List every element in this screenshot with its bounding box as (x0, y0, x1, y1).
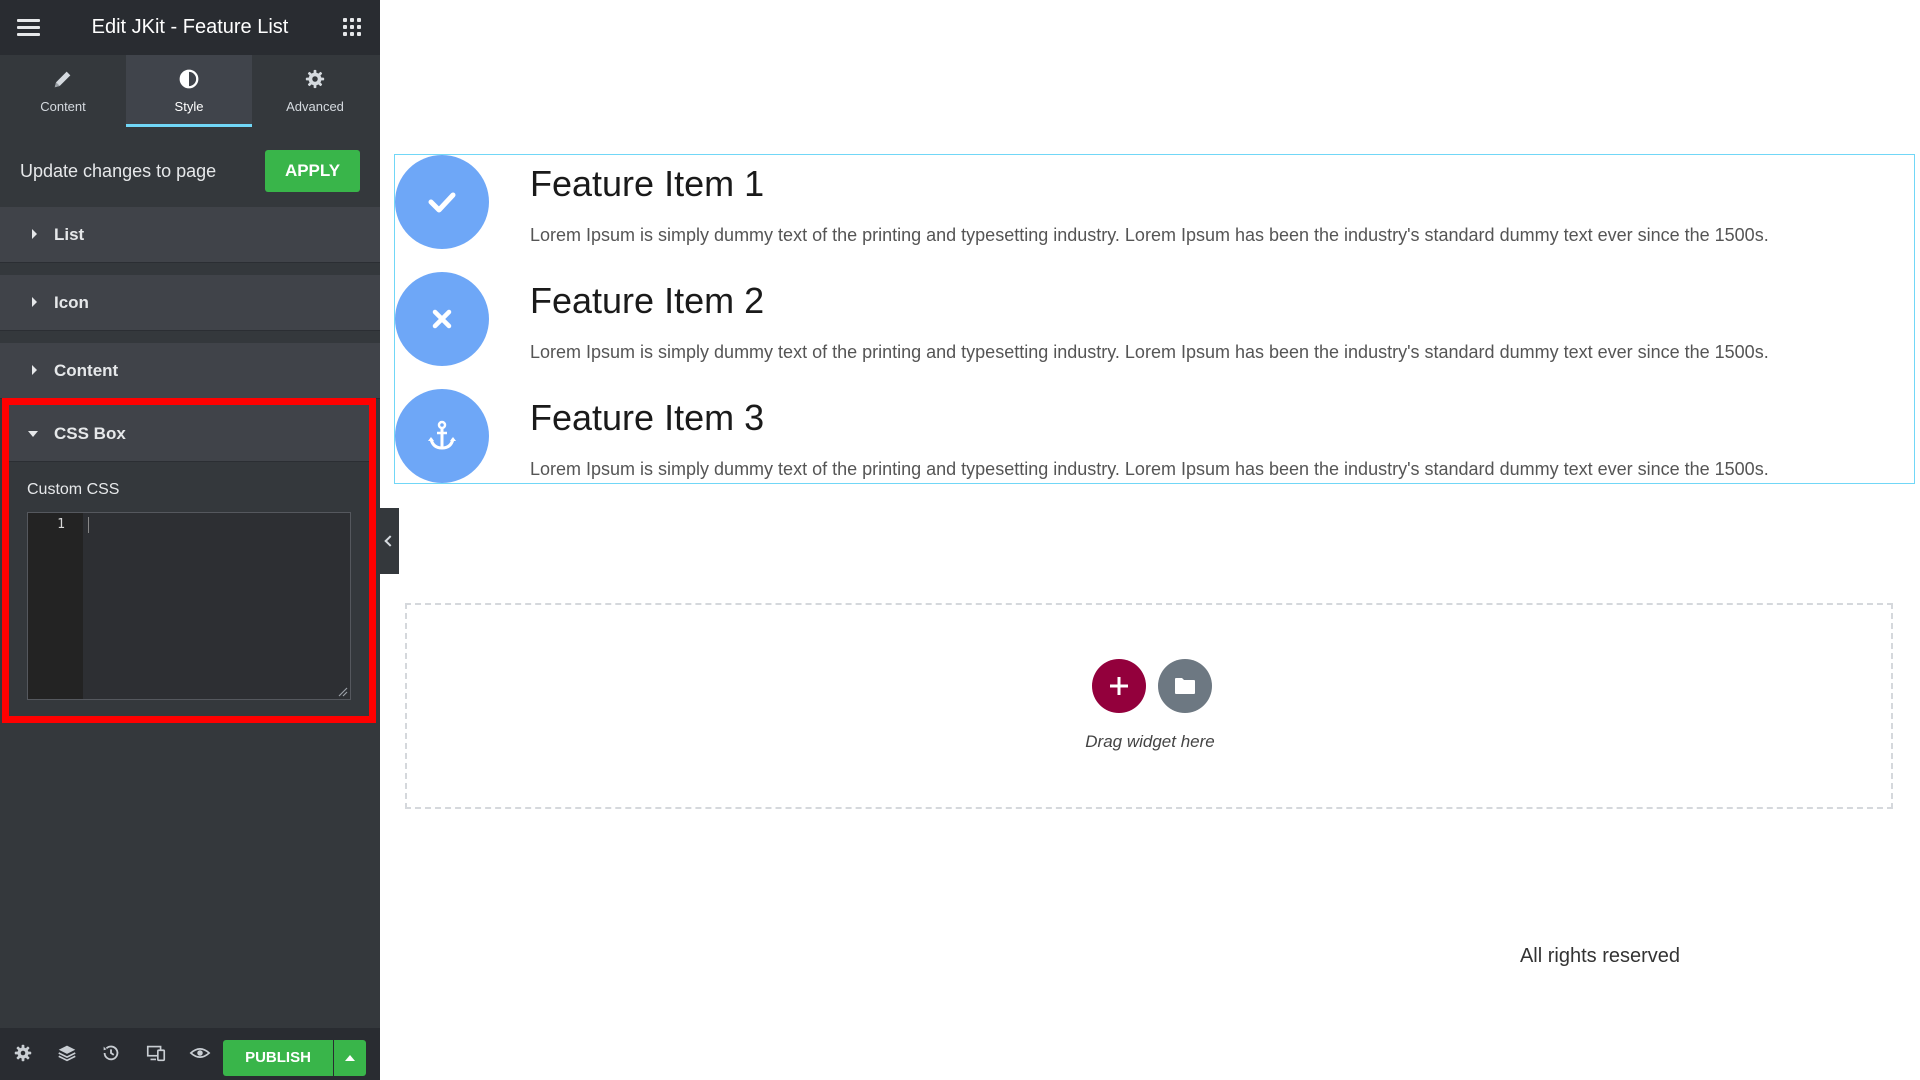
feature-icon-circle (395, 272, 489, 366)
settings-gear-icon[interactable] (12, 1042, 34, 1064)
publish-options-caret-icon[interactable] (334, 1040, 366, 1076)
half-circle-icon (179, 69, 199, 89)
anchor-icon (428, 420, 456, 450)
publish-button[interactable]: PUBLISH (223, 1040, 333, 1076)
tab-advanced[interactable]: Advanced (252, 55, 378, 127)
gear-icon (305, 69, 325, 89)
chevron-left-icon (384, 535, 396, 547)
feature-icon-circle (395, 155, 489, 249)
caret-right-icon (32, 365, 37, 375)
feature-title: Feature Item 1 (530, 163, 765, 204)
panel-tabs: Content Style Advanced (0, 55, 380, 127)
section-content[interactable]: Content (0, 343, 380, 399)
sidebar-header: Edit JKit - Feature List (0, 0, 380, 55)
tab-label: Advanced (286, 99, 344, 114)
preview-eye-icon[interactable] (189, 1042, 211, 1064)
drop-zone[interactable] (405, 603, 1893, 809)
template-library-button[interactable] (1158, 659, 1212, 713)
feature-title: Feature Item 3 (530, 397, 765, 438)
pencil-icon (54, 71, 71, 88)
layers-icon[interactable] (56, 1042, 78, 1064)
folder-icon (1175, 678, 1195, 694)
caret-right-icon (32, 229, 37, 239)
section-list[interactable]: List (0, 207, 380, 263)
tab-style[interactable]: Style (126, 55, 252, 127)
tab-label: Style (174, 99, 204, 114)
responsive-mode-icon[interactable] (145, 1042, 167, 1064)
feature-title: Feature Item 2 (530, 280, 765, 321)
history-icon[interactable] (100, 1042, 122, 1064)
feature-list-widget[interactable]: Feature Item 1 Lorem Ipsum is simply dum… (394, 154, 1915, 484)
feature-item: Feature Item 2 Lorem Ipsum is simply dum… (395, 272, 1914, 388)
tab-content[interactable]: Content (0, 55, 126, 127)
update-changes-label: Update changes to page (20, 161, 217, 181)
check-icon (428, 192, 456, 213)
panel-title: Edit JKit - Feature List (91, 16, 289, 38)
feature-description: Lorem Ipsum is simply dummy text of the … (530, 342, 1769, 362)
apply-button[interactable]: APPLY (265, 150, 360, 192)
feature-description: Lorem Ipsum is simply dummy text of the … (530, 225, 1769, 245)
drag-widget-hint: Drag widget here (1085, 732, 1215, 751)
feature-item: Feature Item 1 Lorem Ipsum is simply dum… (395, 155, 1914, 271)
feature-item: Feature Item 3 Lorem Ipsum is simply dum… (395, 389, 1914, 505)
feature-description: Lorem Ipsum is simply dummy text of the … (530, 459, 1769, 479)
close-icon (432, 309, 452, 329)
highlight-annotation-box (2, 398, 376, 723)
tab-label: Content (40, 99, 86, 114)
section-icon[interactable]: Icon (0, 275, 380, 331)
collapse-panel-handle[interactable] (380, 508, 399, 574)
apps-grid-icon[interactable] (343, 18, 361, 36)
section-label: List (54, 225, 85, 244)
section-label: Icon (54, 293, 89, 312)
caret-right-icon (32, 297, 37, 307)
section-label: Content (54, 361, 119, 380)
feature-icon-circle (395, 389, 489, 483)
add-section-button[interactable] (1092, 659, 1146, 713)
page-footer-text: All rights reserved (1519, 945, 1681, 967)
